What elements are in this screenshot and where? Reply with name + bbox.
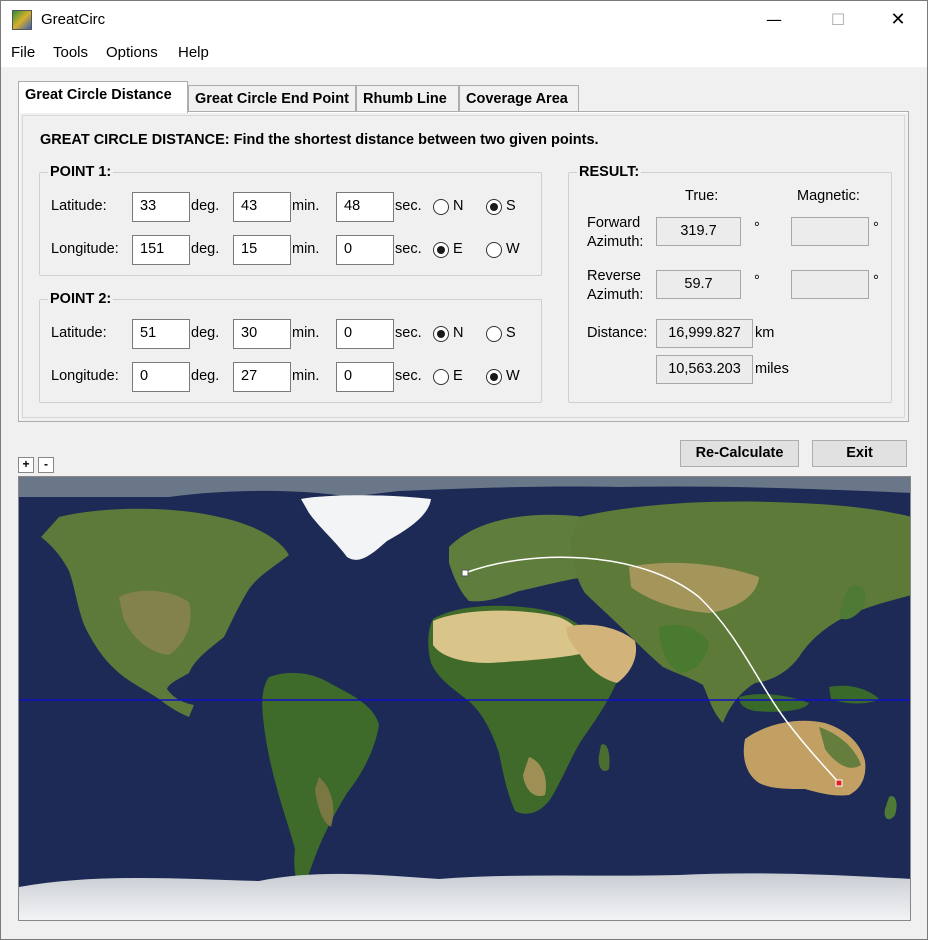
point2-lat-n-radio[interactable] bbox=[433, 326, 449, 342]
world-map-image bbox=[19, 477, 910, 920]
tab-panel: GREAT CIRCLE DISTANCE: Find the shortest… bbox=[18, 111, 909, 422]
forward-azimuth-magnetic bbox=[791, 217, 869, 246]
sec-label: sec. bbox=[395, 325, 422, 341]
app-globe-icon bbox=[12, 10, 32, 30]
n-label: N bbox=[453, 198, 464, 214]
forward-label-line2: Azimuth: bbox=[587, 234, 644, 250]
menu-options[interactable]: Options bbox=[106, 44, 158, 61]
start-point-marker bbox=[461, 569, 469, 577]
distance-km-value: 16,999.827 bbox=[656, 319, 753, 348]
point2-lon-min-input[interactable]: 27 bbox=[233, 362, 291, 392]
point1-latitude-label: Latitude: bbox=[51, 198, 107, 214]
close-button[interactable]: ✕ bbox=[875, 1, 921, 39]
reverse-label-line2: Azimuth: bbox=[587, 287, 644, 303]
deg-label: deg. bbox=[191, 198, 220, 214]
point1-lon-deg-input[interactable]: 151 bbox=[132, 235, 190, 265]
point1-lon-sec-input[interactable]: 0 bbox=[336, 235, 394, 265]
deg-label: deg. bbox=[191, 241, 220, 257]
menu-tools[interactable]: Tools bbox=[53, 44, 88, 61]
magnetic-header: Magnetic: bbox=[797, 188, 860, 204]
distance-label: Distance: bbox=[587, 325, 648, 341]
degree-symbol: ° bbox=[754, 220, 760, 236]
forward-azimuth-true: 319.7 bbox=[656, 217, 741, 246]
degree-symbol: ° bbox=[754, 273, 760, 289]
tab-coverage-area[interactable]: Coverage Area bbox=[459, 85, 579, 113]
zoom-out-button[interactable]: - bbox=[38, 457, 54, 473]
title-bar[interactable]: GreatCirc — ☐ ✕ bbox=[1, 1, 927, 39]
menu-file[interactable]: File bbox=[11, 44, 35, 61]
tab-great-circle-end-point[interactable]: Great Circle End Point bbox=[188, 85, 356, 113]
point1-lat-min-input[interactable]: 43 bbox=[233, 192, 291, 222]
menu-help[interactable]: Help bbox=[178, 44, 209, 61]
n-label: N bbox=[453, 325, 464, 341]
point1-lon-e-radio[interactable] bbox=[433, 242, 449, 258]
reverse-label-line1: Reverse bbox=[587, 268, 641, 284]
point1-lon-min-input[interactable]: 15 bbox=[233, 235, 291, 265]
point1-legend: POINT 1: bbox=[50, 164, 112, 180]
min-label: min. bbox=[292, 241, 320, 257]
sec-label: sec. bbox=[395, 368, 422, 384]
point1-lat-deg-input[interactable]: 33 bbox=[132, 192, 190, 222]
point2-lon-sec-input[interactable]: 0 bbox=[336, 362, 394, 392]
result-legend: RESULT: bbox=[579, 164, 640, 180]
point1-longitude-label: Longitude: bbox=[51, 241, 119, 257]
s-label: S bbox=[506, 198, 516, 214]
distance-miles-value: 10,563.203 bbox=[656, 355, 753, 384]
reverse-azimuth-magnetic bbox=[791, 270, 869, 299]
tab-great-circle-distance[interactable]: Great Circle Distance bbox=[18, 81, 188, 113]
maximize-button[interactable]: ☐ bbox=[815, 1, 861, 39]
forward-label-line1: Forward bbox=[587, 215, 641, 231]
point2-lat-deg-input[interactable]: 51 bbox=[132, 319, 190, 349]
km-unit: km bbox=[755, 325, 775, 341]
true-header: True: bbox=[685, 188, 719, 204]
zoom-in-button[interactable]: + bbox=[18, 457, 34, 473]
point2-latitude-label: Latitude: bbox=[51, 325, 107, 341]
exit-button[interactable]: Exit bbox=[812, 440, 907, 467]
point1-lat-sec-input[interactable]: 48 bbox=[336, 192, 394, 222]
degree-symbol: ° bbox=[873, 220, 879, 236]
point1-lon-w-radio[interactable] bbox=[486, 242, 502, 258]
min-label: min. bbox=[292, 198, 320, 214]
miles-unit: miles bbox=[755, 361, 789, 377]
point2-legend: POINT 2: bbox=[50, 291, 112, 307]
w-label: W bbox=[506, 241, 520, 257]
point2-lon-deg-input[interactable]: 0 bbox=[132, 362, 190, 392]
end-point-marker bbox=[835, 779, 843, 787]
window-title: GreatCirc bbox=[41, 11, 106, 28]
panel-heading: GREAT CIRCLE DISTANCE: Find the shortest… bbox=[40, 132, 599, 148]
s-label: S bbox=[506, 325, 516, 341]
antarctica bbox=[19, 873, 910, 920]
deg-label: deg. bbox=[191, 325, 220, 341]
sec-label: sec. bbox=[395, 241, 422, 257]
degree-symbol: ° bbox=[873, 273, 879, 289]
world-map[interactable] bbox=[18, 476, 911, 921]
min-label: min. bbox=[292, 325, 320, 341]
e-label: E bbox=[453, 368, 463, 384]
point2-lat-s-radio[interactable] bbox=[486, 326, 502, 342]
point1-lat-s-radio[interactable] bbox=[486, 199, 502, 215]
point1-lat-n-radio[interactable] bbox=[433, 199, 449, 215]
point2-lon-e-radio[interactable] bbox=[433, 369, 449, 385]
w-label: W bbox=[506, 368, 520, 384]
sec-label: sec. bbox=[395, 198, 422, 214]
point2-lon-w-radio[interactable] bbox=[486, 369, 502, 385]
recalculate-button[interactable]: Re-Calculate bbox=[680, 440, 799, 467]
tab-rhumb-line[interactable]: Rhumb Line bbox=[356, 85, 459, 113]
deg-label: deg. bbox=[191, 368, 220, 384]
e-label: E bbox=[453, 241, 463, 257]
min-label: min. bbox=[292, 368, 320, 384]
point2-longitude-label: Longitude: bbox=[51, 368, 119, 384]
reverse-azimuth-true: 59.7 bbox=[656, 270, 741, 299]
app-window: GreatCirc — ☐ ✕ File Tools Options Help … bbox=[0, 0, 928, 940]
point2-lat-min-input[interactable]: 30 bbox=[233, 319, 291, 349]
minimize-button[interactable]: — bbox=[751, 1, 797, 39]
point2-lat-sec-input[interactable]: 0 bbox=[336, 319, 394, 349]
menu-bar: File Tools Options Help bbox=[1, 39, 927, 67]
